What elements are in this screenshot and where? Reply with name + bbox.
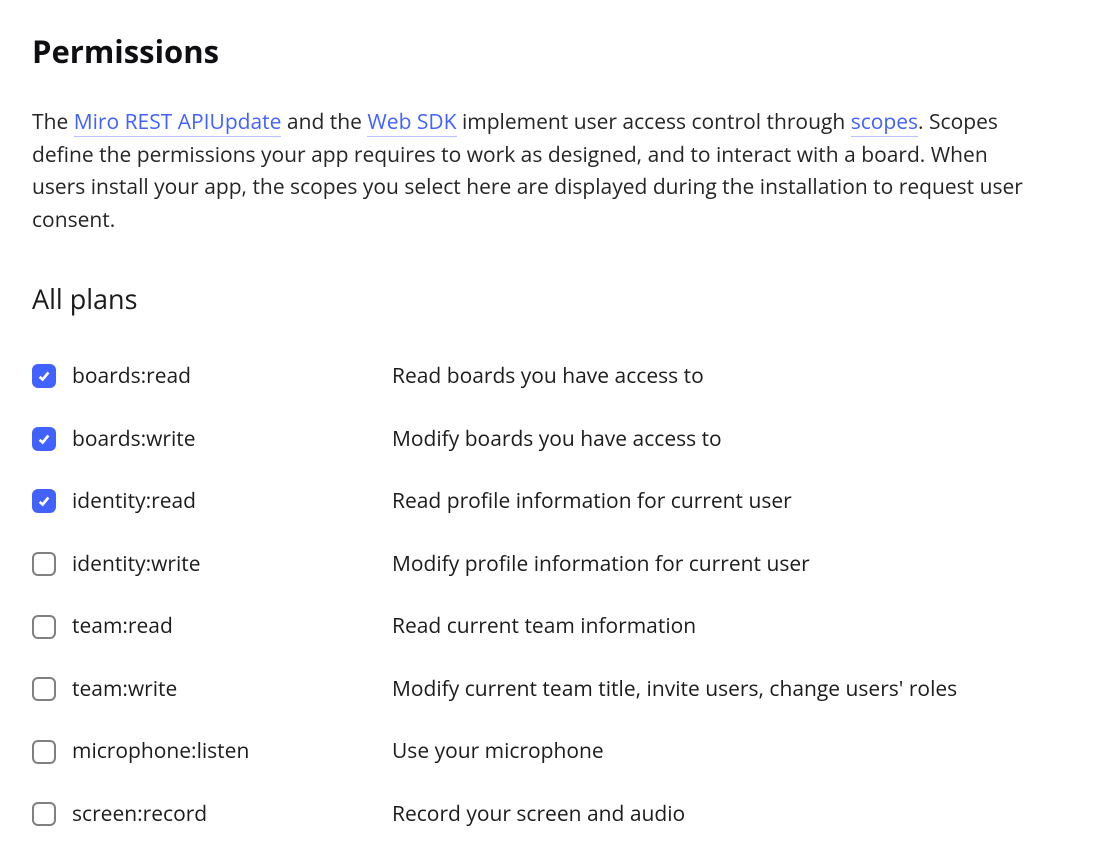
checkbox-team-write[interactable] — [32, 677, 56, 701]
check-icon — [37, 494, 51, 508]
miro-rest-api-link[interactable]: Miro REST APIUpdate — [74, 108, 282, 137]
permission-row-identity-write: identity:write Modify profile informatio… — [32, 548, 1088, 581]
permission-row-team-read: team:read Read current team information — [32, 610, 1088, 643]
scopes-link[interactable]: scopes — [851, 108, 918, 137]
permission-left: boards:write — [32, 423, 392, 456]
checkbox-identity-write[interactable] — [32, 552, 56, 576]
permission-left: identity:write — [32, 548, 392, 581]
checkbox-identity-read[interactable] — [32, 489, 56, 513]
permission-description: Modify current team title, invite users,… — [392, 673, 1088, 706]
checkbox-team-read[interactable] — [32, 615, 56, 639]
checkbox-microphone-listen[interactable] — [32, 740, 56, 764]
permission-left: boards:read — [32, 360, 392, 393]
permission-description: Modify boards you have access to — [392, 423, 1088, 456]
intro-text-prefix: The — [32, 108, 74, 136]
permission-row-microphone-listen: microphone:listen Use your microphone — [32, 735, 1088, 768]
permission-description: Read boards you have access to — [392, 360, 1088, 393]
section-heading-all-plans: All plans — [32, 278, 1088, 320]
permissions-list: boards:read Read boards you have access … — [32, 360, 1088, 830]
permission-left: identity:read — [32, 485, 392, 518]
permission-left: team:read — [32, 610, 392, 643]
permission-description: Modify profile information for current u… — [392, 548, 1088, 581]
permission-row-boards-write: boards:write Modify boards you have acce… — [32, 423, 1088, 456]
checkbox-boards-read[interactable] — [32, 364, 56, 388]
permission-name: team:write — [72, 673, 177, 706]
permission-left: screen:record — [32, 798, 392, 831]
check-icon — [37, 369, 51, 383]
permission-row-identity-read: identity:read Read profile information f… — [32, 485, 1088, 518]
permission-name: team:read — [72, 610, 173, 643]
page-title: Permissions — [32, 28, 1088, 76]
permission-name: identity:write — [72, 548, 201, 581]
checkbox-screen-record[interactable] — [32, 802, 56, 826]
intro-text-mid1: and the — [281, 108, 367, 136]
permission-row-screen-record: screen:record Record your screen and aud… — [32, 798, 1088, 831]
permission-description: Read profile information for current use… — [392, 485, 1088, 518]
permission-row-team-write: team:write Modify current team title, in… — [32, 673, 1088, 706]
web-sdk-link[interactable]: Web SDK — [367, 108, 456, 137]
intro-paragraph: The Miro REST APIUpdate and the Web SDK … — [32, 106, 1032, 236]
permission-name: boards:write — [72, 423, 196, 456]
permission-description: Record your screen and audio — [392, 798, 1088, 831]
permission-name: boards:read — [72, 360, 191, 393]
permission-row-boards-read: boards:read Read boards you have access … — [32, 360, 1088, 393]
check-icon — [37, 432, 51, 446]
intro-text-mid2: implement user access control through — [457, 108, 851, 136]
permission-name: screen:record — [72, 798, 207, 831]
permission-name: identity:read — [72, 485, 196, 518]
permission-description: Read current team information — [392, 610, 1088, 643]
permission-description: Use your microphone — [392, 735, 1088, 768]
permission-name: microphone:listen — [72, 735, 249, 768]
checkbox-boards-write[interactable] — [32, 427, 56, 451]
permission-left: microphone:listen — [32, 735, 392, 768]
permission-left: team:write — [32, 673, 392, 706]
